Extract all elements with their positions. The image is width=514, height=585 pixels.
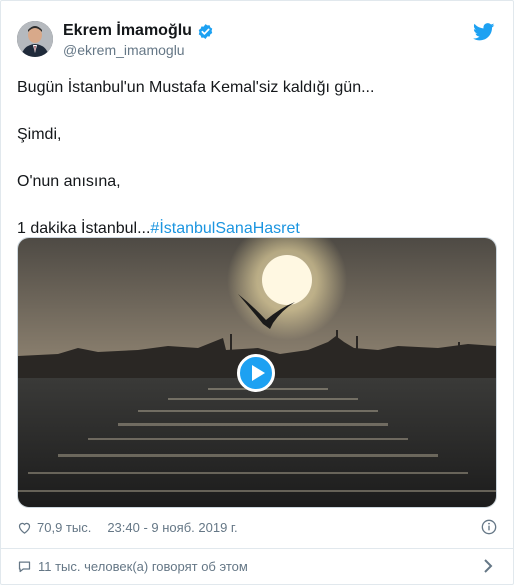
avatar[interactable]	[17, 21, 53, 57]
twitter-bird-icon[interactable]	[473, 23, 495, 41]
tweet-line: Şimdi,	[17, 126, 62, 143]
author-name[interactable]: Ekrem İmamoğlu	[63, 22, 192, 40]
conversation-link[interactable]: 11 тыс. человек(а) говорят об этом	[17, 556, 497, 576]
avatar-image	[17, 21, 53, 57]
tweet-card: Ekrem İmamoğlu @ekrem_imamoglu Bugün İst…	[0, 0, 514, 585]
tweet-line-text: 1 dakika İstanbul...	[17, 220, 151, 237]
author-handle[interactable]: @ekrem_imamoglu	[63, 42, 185, 58]
heart-icon[interactable]	[17, 520, 32, 535]
tweet-text: Bugün İstanbul'un Mustafa Kemal'siz kald…	[17, 76, 497, 264]
tweet-meta: 70,9 тыс. 23:40 - 9 нояб. 2019 г.	[17, 517, 497, 537]
tweet-timestamp[interactable]: 23:40 - 9 нояб. 2019 г.	[107, 520, 237, 535]
hashtag-link[interactable]: #İstanbulSanaHasret	[150, 220, 299, 237]
tweet-line: O'nun anısına,	[17, 173, 121, 190]
verified-badge-icon	[198, 23, 213, 39]
info-icon[interactable]	[481, 519, 497, 535]
tweet-line: Bugün İstanbul'un Mustafa Kemal'siz kald…	[17, 79, 375, 96]
conversation-label: 11 тыс. человек(а) говорят об этом	[38, 558, 248, 574]
chevron-right-icon	[484, 559, 493, 573]
divider	[1, 548, 513, 549]
play-icon[interactable]	[237, 354, 275, 392]
speech-bubble-icon	[18, 561, 31, 572]
like-count[interactable]: 70,9 тыс.	[37, 520, 91, 535]
video-media[interactable]	[17, 237, 497, 508]
author-name-row[interactable]: Ekrem İmamoğlu	[63, 22, 214, 40]
